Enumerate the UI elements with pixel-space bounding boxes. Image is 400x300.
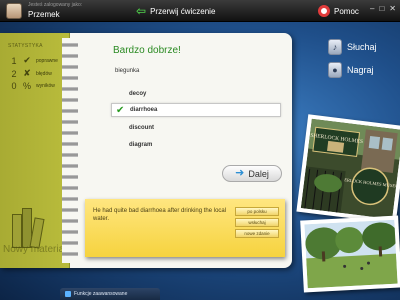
stat-correct: 1 ✔ poprawne: [10, 55, 58, 66]
stats-panel: STATYSTYKA 1 ✔ poprawne 2 ✘ błędów 0 % w…: [0, 33, 70, 268]
stats-title: STATYSTYKA: [8, 43, 43, 49]
next-label: Dalej: [248, 168, 269, 179]
stat-errors-label: błędów: [36, 70, 52, 77]
sherlock-museum-image: SHERLOCK HOLMES SHERLOCK HOLMES MUSEUM: [300, 118, 400, 220]
help-label: Pomoc: [334, 6, 359, 16]
notebook-spiral: [62, 38, 78, 263]
stop-exercise-label: Przerwij ćwiczenie: [150, 6, 216, 16]
microphone-icon: ●: [328, 62, 342, 78]
feedback-message: Bardzo dobrze!: [113, 45, 181, 56]
record-label: Nagraj: [347, 65, 374, 75]
question-word: biegunka: [115, 68, 140, 74]
speaker-icon: ♪: [328, 39, 342, 55]
park-image: [304, 219, 398, 289]
checkmark-icon: ✔: [116, 105, 125, 116]
stat-results-label: wyników: [36, 83, 55, 89]
lifebuoy-icon: [318, 5, 330, 17]
percent-icon: %: [22, 81, 31, 91]
next-button[interactable]: ➜ Dalej: [222, 165, 282, 182]
photo-sherlock-museum: SHERLOCK HOLMES SHERLOCK HOLMES MUSEUM: [296, 114, 400, 224]
window-controls: – □ ✕: [370, 4, 396, 13]
back-arrow-icon: ⇦: [136, 4, 147, 18]
minimize-button[interactable]: –: [370, 4, 374, 13]
stop-exercise-button[interactable]: ⇦ Przerwij ćwiczenie: [136, 3, 215, 19]
stat-correct-label: poprawne: [36, 57, 58, 64]
user-avatar: [6, 3, 22, 19]
answer-option-discount[interactable]: discount: [111, 121, 281, 135]
photo-park: [300, 215, 400, 293]
stat-correct-count: 1: [11, 55, 17, 66]
cross-icon: ✘: [23, 68, 31, 78]
stat-errors: 2 ✘ błędów: [10, 68, 52, 79]
new-sentence-button[interactable]: nowe zdanie: [235, 229, 279, 238]
answer-label: diagram: [129, 142, 153, 148]
answer-option-diarrhoea[interactable]: ✔ diarrhoea: [111, 103, 281, 117]
stat-results-count: 0: [11, 81, 17, 91]
user-name: Przemek: [28, 10, 60, 19]
answer-label: diarrhoea: [130, 107, 158, 113]
user-caption: Jesteś zalogowany jako:: [28, 2, 83, 8]
answer-label: decoy: [129, 91, 147, 97]
listen-sentence-button[interactable]: wsłuchaj: [235, 218, 279, 227]
checkmark-icon: ✔: [23, 55, 31, 65]
maximize-button[interactable]: □: [379, 4, 384, 13]
top-bar: Jesteś zalogowany jako: Przemek ⇦ Przerw…: [0, 0, 400, 22]
listen-label: Słuchaj: [347, 42, 377, 52]
answer-option-decoy[interactable]: decoy: [111, 87, 281, 101]
help-button[interactable]: Pomoc: [318, 3, 359, 19]
close-button[interactable]: ✕: [389, 4, 396, 13]
settings-icon: [65, 291, 71, 297]
answer-label: discount: [129, 125, 154, 131]
new-material-button[interactable]: Nowy materiał: [3, 244, 66, 255]
example-sentence: He had quite bad diarrhoea after drinkin…: [93, 208, 227, 222]
books-icon: [12, 204, 46, 249]
listen-button[interactable]: ♪ Słuchaj: [328, 38, 377, 56]
stat-errors-count: 2: [11, 68, 17, 79]
example-sentence-note: He had quite bad diarrhoea after drinkin…: [85, 199, 285, 257]
right-arrow-icon: ➜: [235, 167, 245, 179]
advanced-functions-label: Funkcje zaawansowane: [74, 291, 128, 297]
advanced-functions-button[interactable]: Funkcje zaawansowane: [60, 288, 160, 300]
translate-button[interactable]: po polsku: [235, 207, 279, 216]
answer-option-diagram[interactable]: diagram: [111, 138, 281, 152]
record-button[interactable]: ● Nagraj: [328, 61, 374, 79]
user-info: Jesteś zalogowany jako: Przemek: [6, 1, 116, 21]
stat-results: 0 % wyników: [10, 81, 55, 91]
